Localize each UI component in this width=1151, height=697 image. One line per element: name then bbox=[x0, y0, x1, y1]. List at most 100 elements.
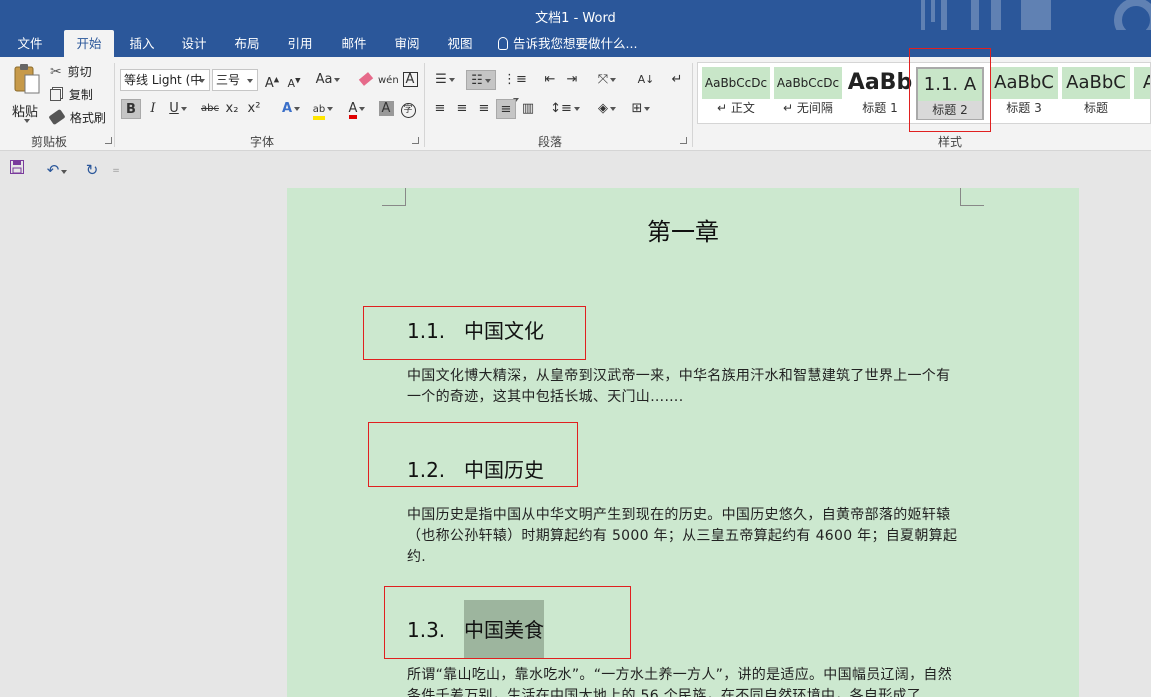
style-heading-1[interactable]: AaBb 标题 1 bbox=[846, 67, 914, 120]
chevron-down-icon bbox=[61, 169, 68, 174]
chevron-down-icon bbox=[644, 106, 651, 111]
change-case-button[interactable]: Aa bbox=[313, 70, 343, 90]
save-button[interactable] bbox=[7, 160, 27, 180]
quick-access-toolbar: ↶ ↻ = bbox=[0, 152, 1151, 188]
style-name: 标题 1 bbox=[846, 99, 914, 117]
paragraph-dialog-launcher[interactable] bbox=[680, 137, 687, 144]
tab-home[interactable]: 开始 bbox=[64, 30, 114, 57]
shrink-font-button[interactable]: A▼ bbox=[284, 70, 304, 90]
multilevel-list-button[interactable]: ⋮≡ bbox=[500, 70, 530, 102]
clipboard-dialog-launcher[interactable] bbox=[105, 137, 112, 144]
tab-review[interactable]: 审阅 bbox=[385, 30, 429, 57]
eraser-icon bbox=[358, 72, 374, 86]
grow-font-button[interactable]: A▲ bbox=[262, 70, 282, 91]
tab-insert[interactable]: 插入 bbox=[120, 30, 164, 57]
tab-mailings[interactable]: 邮件 bbox=[332, 30, 376, 57]
subscript-label: x₂ bbox=[225, 101, 239, 116]
font-name-combo[interactable]: 等线 Light (中 bbox=[120, 69, 210, 91]
shading-button[interactable]: ◈ bbox=[592, 99, 622, 119]
page-corner-mark bbox=[382, 188, 406, 206]
align-left-button[interactable]: ≡ bbox=[430, 99, 450, 119]
underline-button[interactable]: U bbox=[165, 99, 191, 119]
sort-button[interactable]: A↓ bbox=[636, 70, 656, 90]
section-body: 所谓“靠山吃山，靠水吃水”。“一方水土养一方人”，讲的是适应。中国幅员辽阔，自然… bbox=[407, 667, 953, 697]
align-center-button[interactable]: ≡ bbox=[452, 99, 472, 119]
font-size-value: 三号 bbox=[216, 73, 241, 87]
bold-button[interactable]: B bbox=[121, 99, 141, 119]
chevron-down-icon bbox=[448, 77, 455, 82]
chinese-layout-button[interactable]: ⤧ bbox=[592, 70, 622, 90]
style-name: ↵ 无间隔 bbox=[774, 99, 842, 117]
phonetic-guide-button[interactable]: wén bbox=[378, 70, 399, 90]
distributed-button[interactable]: ▥ bbox=[518, 99, 538, 119]
tab-references[interactable]: 引用 bbox=[278, 30, 322, 57]
strikethrough-button[interactable]: abc bbox=[198, 99, 222, 119]
style-normal[interactable]: AaBbCcDc ↵ 正文 bbox=[702, 67, 770, 120]
numbering-icon: ☷ bbox=[471, 73, 483, 88]
chevron-down-icon bbox=[610, 106, 616, 111]
shrink-font-icon: A▼ bbox=[287, 76, 301, 90]
chevron-down-icon bbox=[199, 79, 205, 83]
decrease-indent-icon: ⇤ bbox=[544, 72, 556, 87]
font-name-value: 等线 Light (中 bbox=[124, 73, 203, 87]
format-painter-button[interactable]: 格式刷 bbox=[48, 108, 106, 126]
chevron-down-icon bbox=[180, 106, 187, 111]
distributed-icon: ▥ bbox=[521, 101, 535, 116]
tab-view[interactable]: 视图 bbox=[438, 30, 482, 57]
font-color-button[interactable]: A bbox=[342, 99, 372, 119]
copy-icon bbox=[50, 89, 61, 101]
style-subtitle[interactable]: A bbox=[1134, 67, 1150, 120]
tab-design[interactable]: 设计 bbox=[172, 30, 216, 57]
align-right-button[interactable]: ≡ bbox=[474, 99, 494, 119]
superscript-button[interactable]: x² bbox=[244, 99, 264, 119]
redo-button[interactable]: ↻ bbox=[82, 160, 102, 180]
highlight-box-style-heading-2 bbox=[909, 48, 991, 132]
customize-qat-button[interactable]: = bbox=[110, 160, 122, 180]
italic-button[interactable]: I bbox=[143, 99, 163, 119]
bullets-button[interactable]: ☰ bbox=[430, 70, 460, 90]
line-spacing-button[interactable]: ↕≡ bbox=[550, 99, 580, 119]
chevron-down-icon bbox=[484, 78, 491, 83]
tell-me-text: 告诉我您想要做什么... bbox=[513, 36, 638, 51]
text-effects-button[interactable]: A bbox=[278, 99, 304, 119]
chevron-down-icon bbox=[610, 77, 617, 82]
justify-button[interactable]: ≡ bbox=[496, 99, 516, 119]
show-hide-marks-button[interactable]: ↵ bbox=[667, 70, 687, 90]
subscript-button[interactable]: x₂ bbox=[222, 99, 242, 119]
chevron-down-icon bbox=[334, 77, 341, 82]
font-size-combo[interactable]: 三号 bbox=[212, 69, 258, 91]
font-dialog-launcher[interactable] bbox=[412, 137, 419, 144]
tab-layout[interactable]: 布局 bbox=[225, 30, 269, 57]
numbering-button[interactable]: ☷ bbox=[466, 70, 496, 90]
borders-icon: ⊞ bbox=[631, 101, 643, 116]
highlight-box-heading-1-3 bbox=[384, 586, 631, 659]
clipboard-group-label: 剪贴板 bbox=[31, 135, 68, 149]
tab-file[interactable]: 文件 bbox=[8, 30, 52, 57]
highlight-color-button[interactable]: ab bbox=[308, 99, 338, 120]
character-shading-button[interactable]: A bbox=[376, 99, 396, 119]
cut-button[interactable]: ✂ 剪切 bbox=[50, 63, 92, 80]
undo-button[interactable]: ↶ bbox=[42, 160, 72, 180]
strikethrough-label: abc bbox=[201, 103, 219, 114]
paste-button[interactable]: 粘贴 bbox=[10, 63, 44, 123]
style-no-spacing[interactable]: AaBbCcDc ↵ 无间隔 bbox=[774, 67, 842, 120]
style-heading-3[interactable]: AaBbC 标题 3 bbox=[990, 67, 1058, 120]
clear-formatting-button[interactable] bbox=[356, 70, 376, 90]
character-border-button[interactable]: A bbox=[400, 70, 420, 90]
chinese-layout-icon: ⤧ bbox=[597, 72, 609, 87]
style-name bbox=[1134, 99, 1150, 117]
borders-button[interactable]: ⊞ bbox=[626, 99, 656, 119]
save-icon bbox=[10, 160, 24, 174]
align-left-icon: ≡ bbox=[434, 101, 446, 116]
align-center-icon: ≡ bbox=[456, 101, 468, 116]
font-color-icon: A bbox=[348, 102, 358, 119]
copy-button[interactable]: 复制 bbox=[50, 86, 93, 103]
paintbrush-icon bbox=[48, 108, 66, 126]
paste-label: 粘贴 bbox=[12, 105, 39, 120]
italic-label: I bbox=[150, 101, 156, 116]
decrease-indent-button[interactable]: ⇤ bbox=[540, 70, 560, 90]
tell-me-search[interactable]: 告诉我您想要做什么... bbox=[498, 30, 637, 57]
style-title[interactable]: AaBbC 标题 bbox=[1062, 67, 1130, 120]
enclose-characters-button[interactable]: 字 bbox=[398, 99, 418, 119]
increase-indent-button[interactable]: ⇥ bbox=[562, 70, 582, 90]
